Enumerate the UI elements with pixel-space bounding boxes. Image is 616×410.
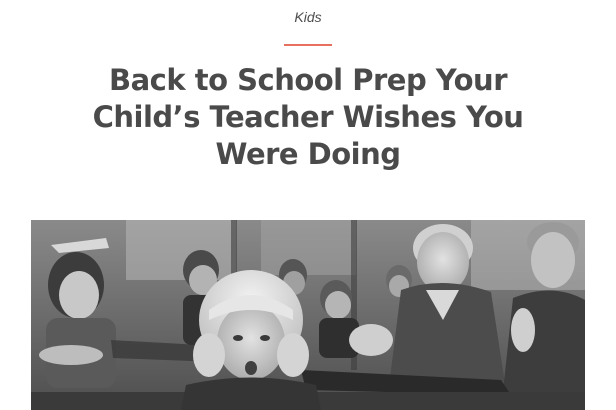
title-divider bbox=[284, 44, 332, 46]
hero-image bbox=[31, 220, 585, 410]
article-title: Back to School Prep Your Child’s Teacher… bbox=[92, 63, 524, 171]
category-link[interactable]: Kids bbox=[0, 9, 616, 25]
classroom-photo bbox=[31, 220, 585, 410]
